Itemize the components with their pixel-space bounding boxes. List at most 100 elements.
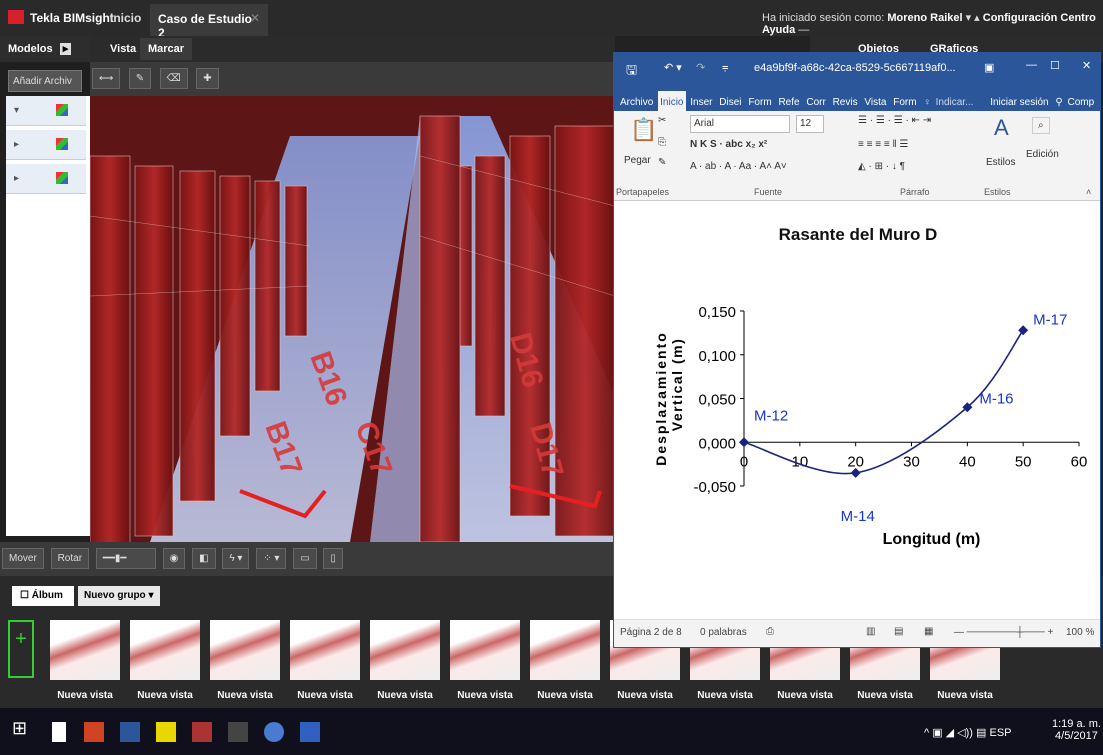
bimsight-icon[interactable] xyxy=(192,722,212,742)
cube-view-icon[interactable]: ◧ xyxy=(192,548,216,569)
customize-icon[interactable]: ⩦ xyxy=(722,61,728,74)
model-viewport[interactable]: B16 C17 B17 D16 D17 xyxy=(90,96,615,542)
view-thumbnail-label: Nueva vista xyxy=(57,690,113,701)
file-icon[interactable] xyxy=(52,722,66,742)
section-icon[interactable]: ⁘ ▾ xyxy=(256,548,287,569)
print-layout-icon[interactable]: ▤ xyxy=(894,626,903,637)
copy-icon[interactable]: ⎘ xyxy=(658,137,666,148)
styles-button[interactable]: Estilos xyxy=(986,157,1015,168)
data-label: M-16 xyxy=(979,390,1013,407)
view-thumbnail[interactable] xyxy=(370,620,440,680)
album-tab[interactable]: ☐ Álbum xyxy=(12,586,74,606)
eye-icon[interactable]: ◉ xyxy=(162,548,186,569)
minimize-icon[interactable]: — xyxy=(1026,59,1037,71)
config-link[interactable]: Configuración xyxy=(983,12,1058,24)
document-title: e4a9bf9f-a68c-42ca-8529-5c667119af0... xyxy=(754,62,956,74)
save-icon[interactable] xyxy=(300,722,320,742)
font-format-buttons[interactable]: N K S · abc x₂ x² xyxy=(690,139,767,150)
format-painter-icon[interactable]: ✎ xyxy=(658,157,666,168)
view-thumbnail[interactable] xyxy=(450,620,520,680)
view-thumbnail-label: Nueva vista xyxy=(617,690,673,701)
data-point xyxy=(739,437,749,448)
shading-buttons[interactable]: ◭ · ⊞ · ↓ ¶ xyxy=(858,161,905,172)
document-page[interactable]: Rasante del Muro D -0,050 0,000 0,050 0,100… xyxy=(614,201,1100,619)
group-tab[interactable]: Nuevo grupo ▾ xyxy=(78,586,160,606)
view-thumbnail[interactable] xyxy=(290,620,360,680)
web-layout-icon[interactable]: ▦ xyxy=(924,626,933,637)
view-thumbnail[interactable] xyxy=(50,620,120,680)
comment-icon[interactable]: ▭ xyxy=(293,548,317,569)
page-indicator[interactable]: Página 2 de 8 xyxy=(620,627,682,638)
tab-mark[interactable]: Marcar xyxy=(140,38,193,60)
zoom-level[interactable]: 100 % xyxy=(1066,627,1094,638)
save-icon[interactable]: 🖫 xyxy=(626,61,637,83)
redo-icon[interactable]: ↷ xyxy=(696,61,705,74)
word-count[interactable]: 0 palabras xyxy=(700,627,747,638)
list-buttons[interactable]: ☰ · ☰ · ☰ · ⇤ ⇥ xyxy=(858,115,931,126)
align-buttons[interactable]: ≡ ≡ ≡ ≡ ‖ ☰ xyxy=(858,139,908,150)
read-mode-icon[interactable]: ▥ xyxy=(866,626,875,637)
paste-label[interactable]: Pegar xyxy=(624,155,651,166)
font-name-select[interactable]: Arial xyxy=(690,115,790,133)
view-thumbnail[interactable] xyxy=(210,620,280,680)
system-tray[interactable]: ^ ▣ ◢ ◁)) ▤ ESP xyxy=(924,726,1012,739)
word-window[interactable]: 🖫 ↶ ▾ ↷ ⩦ e4a9bf9f-a68c-42ca-8529-5c6671… xyxy=(613,52,1101,648)
close-tab-icon[interactable]: ✕ xyxy=(250,11,260,25)
view-thumbnail[interactable] xyxy=(130,620,200,680)
model-row[interactable]: ▾ xyxy=(6,96,86,126)
tab-view[interactable]: Vista xyxy=(110,43,136,55)
markup-icon[interactable]: ⌫ xyxy=(159,68,188,89)
paint-icon[interactable] xyxy=(264,722,284,742)
models-tab[interactable]: Modelos ▸ xyxy=(0,36,90,62)
language-indicator[interactable]: ESP xyxy=(989,727,1011,739)
add-note-icon[interactable]: ✚ xyxy=(196,68,219,89)
line-chart: -0,0500,0000,0500,1000,1500 10 20 30 40 50 60L… xyxy=(653,304,1088,548)
font-size-select[interactable]: 12 xyxy=(796,115,824,133)
close-icon[interactable]: ✕ xyxy=(1082,59,1091,72)
clock[interactable]: 1:19 a. m. 4/5/2017 xyxy=(1052,718,1101,742)
view-thumbnail-label: Nueva vista xyxy=(537,690,593,701)
measure-icon[interactable]: ⟷ xyxy=(92,68,121,89)
windows-start-icon[interactable]: ⊞ xyxy=(12,718,32,738)
font-color-buttons[interactable]: A · ab · A · Aa · A˄ A˅ xyxy=(690,161,787,172)
tekla-title-bar: Tekla BIMsight Inicio Caso de Estudio 2 … xyxy=(0,0,1103,40)
zoom-slider[interactable]: — ───────┼─── + xyxy=(954,627,1053,638)
editing-button[interactable]: Edición xyxy=(1026,149,1059,160)
proofing-icon[interactable]: ⎙ xyxy=(766,626,774,637)
rotate-button[interactable]: Rotar xyxy=(50,548,90,569)
chart-title: Rasante del Muro D xyxy=(778,225,938,244)
maximize-icon[interactable]: ☐ xyxy=(1050,59,1060,72)
expand-icon[interactable]: ▸ xyxy=(59,43,72,55)
paste-icon[interactable]: 📋 xyxy=(630,117,657,143)
model-row[interactable]: ▸ xyxy=(6,164,86,194)
model-row[interactable]: ▸ xyxy=(6,130,86,160)
cut-icon[interactable]: ✂ xyxy=(658,115,666,126)
powerpoint-icon[interactable] xyxy=(84,722,104,742)
model-3d-view: B16 C17 B17 D16 D17 xyxy=(90,96,615,542)
styles-icon[interactable]: A xyxy=(994,115,1009,141)
collapse-ribbon-icon[interactable]: ˄ xyxy=(1086,187,1091,197)
y-axis-label: Vertical (m) xyxy=(669,338,685,431)
view-thumbnail[interactable] xyxy=(530,620,600,680)
flash-icon[interactable]: ϟ ▾ xyxy=(222,548,250,569)
viewport-tabs: Vista Marcar xyxy=(90,36,615,62)
move-button[interactable]: Mover xyxy=(2,548,44,569)
undo-icon[interactable]: ↶ ▾ xyxy=(664,61,682,74)
pen-icon[interactable]: ✎ xyxy=(128,68,152,89)
user-name[interactable]: Moreno Raikel xyxy=(887,12,962,24)
add-file-button[interactable]: Añadir Archiv xyxy=(8,70,82,92)
y-axis-label: Desplazamiento xyxy=(653,331,669,466)
add-view-button[interactable]: + xyxy=(8,620,34,678)
ribbon-options-icon[interactable]: ▣ xyxy=(984,61,994,74)
home-tab[interactable]: Inicio xyxy=(110,11,141,25)
app-icon[interactable] xyxy=(156,722,176,742)
y-tick-label: -0,050 xyxy=(693,479,736,496)
view-thumbnail-label: Nueva vista xyxy=(377,690,433,701)
data-label: M-14 xyxy=(841,508,875,525)
document-icon[interactable]: ▯ xyxy=(323,548,343,569)
speed-slider[interactable]: ━━▮━ xyxy=(95,548,156,569)
search-icon[interactable]: ⌕ xyxy=(1032,117,1050,134)
word-icon[interactable] xyxy=(120,722,140,742)
acrobat-icon[interactable] xyxy=(228,722,248,742)
x-tick-label: 60 xyxy=(1071,453,1088,470)
